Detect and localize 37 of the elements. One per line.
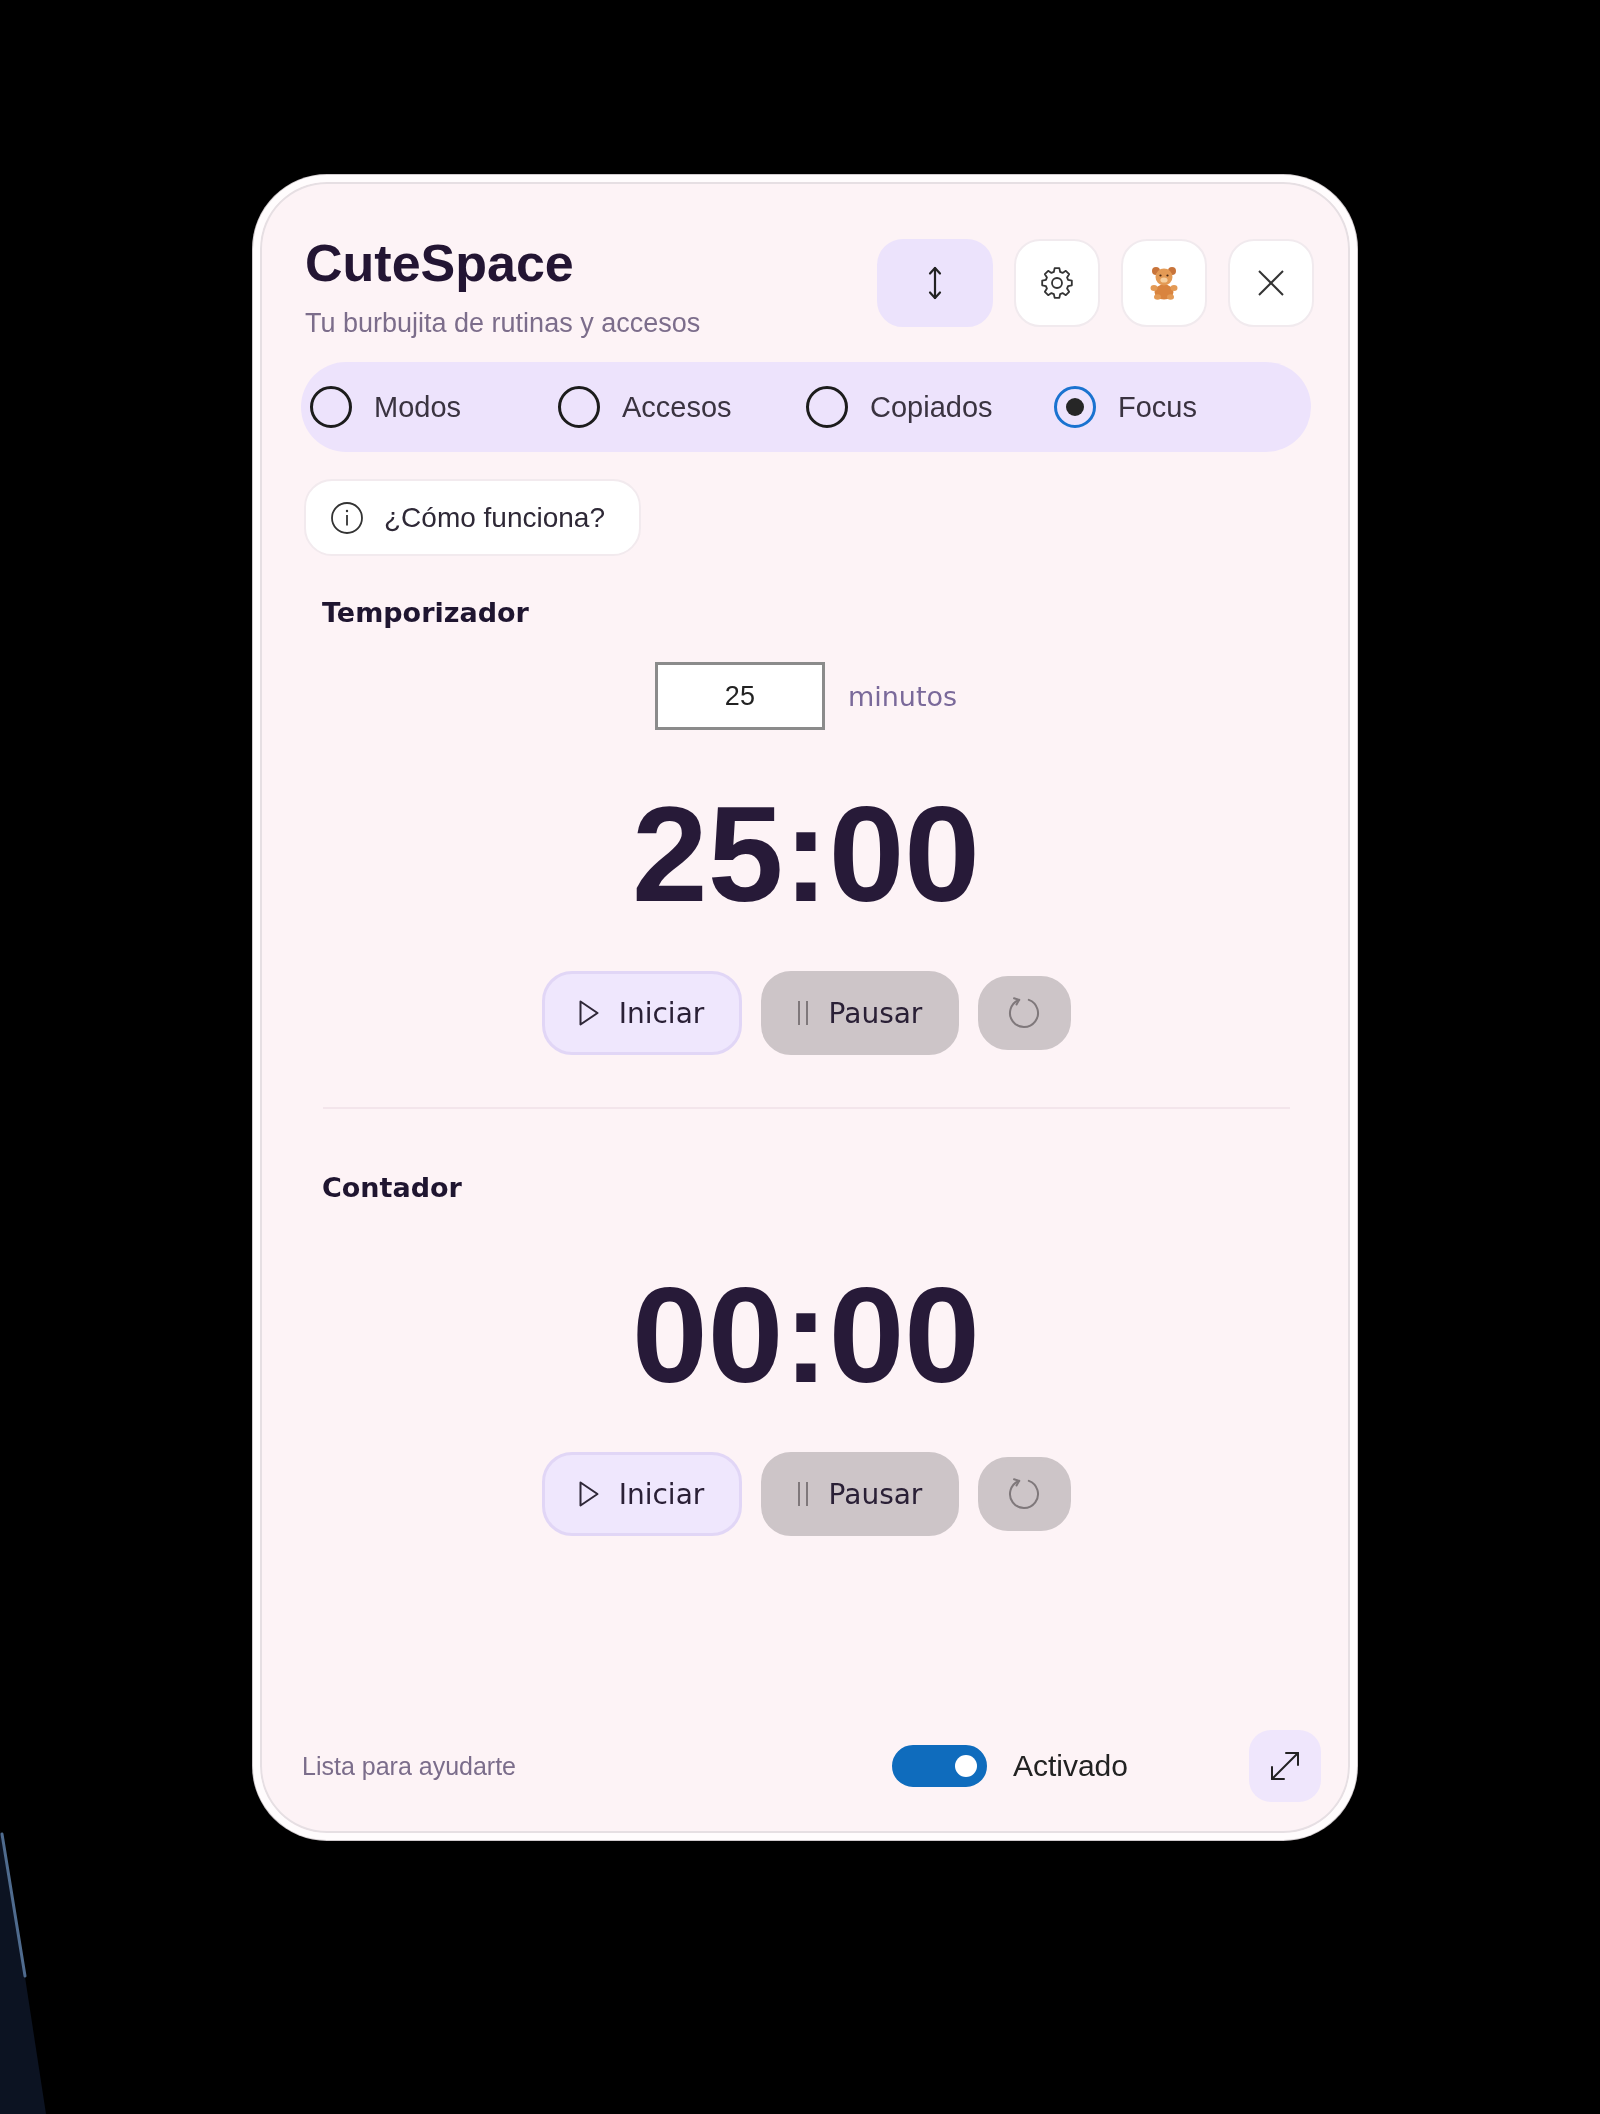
vertical-arrow-icon: [927, 266, 943, 300]
close-icon: [1258, 270, 1284, 296]
minutes-field[interactable]: 25: [654, 662, 825, 730]
help-button[interactable]: ¿Cómo funciona?: [304, 479, 641, 556]
tab[interactable]: Focus: [1054, 382, 1197, 432]
time-display: 00:00: [632, 1267, 980, 1403]
radio-button[interactable]: [806, 386, 848, 428]
status-text: Lista para ayudarte: [302, 1751, 517, 1781]
section-title: Temporizador: [322, 596, 529, 630]
app-title: CuteSpace: [305, 235, 574, 291]
app-subtitle: Tu burbujita de rutinas y accesos: [305, 307, 701, 340]
teddy-bear-icon: [1148, 266, 1180, 300]
toggle-switch[interactable]: [891, 1745, 987, 1787]
play-icon: [578, 1481, 599, 1507]
radio-button[interactable]: [310, 386, 352, 428]
settings-button[interactable]: [1014, 239, 1100, 327]
tab[interactable]: Accesos: [558, 382, 732, 432]
start-button[interactable]: Iniciar: [541, 971, 742, 1055]
pause-icon: [796, 1481, 809, 1507]
radio-button[interactable]: [558, 386, 600, 428]
pause-icon: [796, 1000, 809, 1026]
unit-label: minutos: [847, 680, 958, 712]
toggle-label: Activado: [1012, 1749, 1128, 1783]
reset-icon: [1006, 995, 1042, 1031]
reset-icon: [1006, 1476, 1042, 1512]
expand-button[interactable]: [1249, 1730, 1321, 1802]
radio-button[interactable]: [1054, 386, 1096, 428]
tab[interactable]: Modos: [310, 382, 462, 432]
settings-icon: [1040, 266, 1074, 300]
time-display: 25:00: [632, 786, 980, 922]
info-icon: [331, 501, 363, 534]
play-icon: [578, 1000, 599, 1026]
teddy-bear-button[interactable]: [1121, 239, 1207, 327]
section-title: Contador: [322, 1171, 462, 1205]
start-button[interactable]: Iniciar: [541, 1452, 742, 1536]
diagonal-arrow-icon: [1269, 1750, 1301, 1782]
tab[interactable]: Copiados: [806, 382, 993, 432]
